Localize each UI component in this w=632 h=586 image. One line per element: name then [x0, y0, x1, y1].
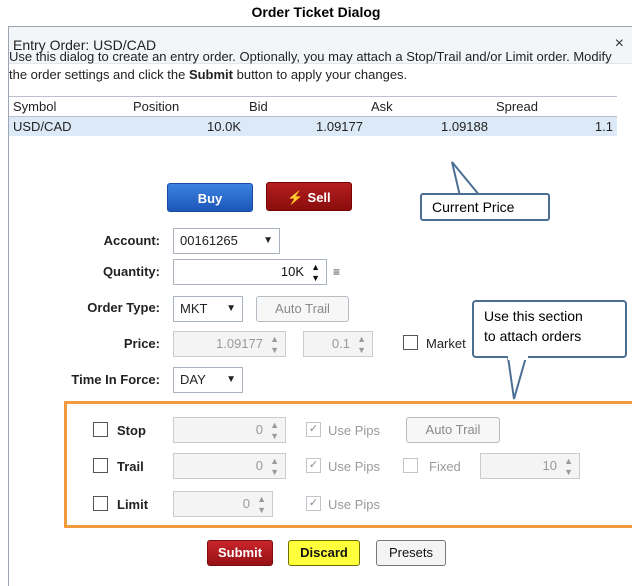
- spinner-arrows-icon[interactable]: ▲ ▼: [257, 492, 266, 516]
- document-title: Order Ticket Dialog: [251, 4, 381, 20]
- price-step-value: 0.1: [331, 336, 350, 351]
- limit-checkbox[interactable]: [93, 496, 108, 511]
- tif-value: DAY: [180, 372, 206, 387]
- trail-fixed-stepper[interactable]: 10 ▲ ▼: [480, 453, 580, 479]
- limit-use-pips-checkbox[interactable]: ✓: [306, 496, 321, 511]
- order-type-value: MKT: [180, 301, 208, 316]
- spinner-arrows-icon[interactable]: ▲ ▼: [311, 260, 320, 284]
- trail-value: 0: [255, 458, 263, 473]
- trail-fixed-checkbox[interactable]: [403, 458, 418, 473]
- attach-orders-callout: Use this section to attach orders: [472, 300, 627, 358]
- market-checkbox[interactable]: [403, 335, 418, 350]
- cell-bid: 1.09177: [245, 116, 367, 136]
- lightning-bolt-icon: ⚡: [287, 190, 304, 205]
- order-type-label: Order Type:: [87, 300, 160, 315]
- stop-auto-trail-button[interactable]: Auto Trail: [406, 417, 500, 443]
- cell-symbol: USD/CAD: [9, 116, 129, 136]
- submit-button[interactable]: Submit: [207, 540, 273, 566]
- quote-table: Symbol Position Bid Ask Spread USD/CAD 1…: [9, 96, 617, 136]
- stop-stepper[interactable]: 0 ▲ ▼: [173, 417, 286, 443]
- spinner-arrows-icon[interactable]: ▲ ▼: [270, 332, 279, 356]
- account-select[interactable]: 00161265 ▼: [173, 228, 280, 254]
- chevron-down-icon: ▼: [226, 303, 236, 314]
- auto-trail-button[interactable]: Auto Trail: [256, 296, 349, 322]
- limit-stepper[interactable]: 0 ▲ ▼: [173, 491, 273, 517]
- price-stepper[interactable]: 1.09177 ▲ ▼: [173, 331, 286, 357]
- quantity-menu-icon[interactable]: ≡: [333, 265, 340, 279]
- trail-checkbox[interactable]: [93, 458, 108, 473]
- stop-use-pips-label: Use Pips: [328, 423, 381, 438]
- presets-button[interactable]: Presets: [376, 540, 446, 566]
- spinner-arrows-icon[interactable]: ▲ ▼: [357, 332, 366, 356]
- limit-value: 0: [242, 496, 250, 511]
- trail-stepper[interactable]: 0 ▲ ▼: [173, 453, 286, 479]
- stop-label: Stop: [117, 423, 146, 438]
- description-submit-word: Submit: [188, 67, 233, 82]
- quantity-label: Quantity:: [102, 264, 160, 279]
- trail-label: Trail: [117, 459, 144, 474]
- chevron-down-icon: ▼: [226, 374, 236, 385]
- trail-use-pips-label: Use Pips: [328, 459, 381, 474]
- cell-position: 10.0K: [129, 116, 245, 136]
- buy-button[interactable]: Buy: [167, 183, 253, 212]
- stop-value: 0: [255, 422, 263, 437]
- trail-fixed-label: Fixed: [429, 459, 461, 474]
- account-label: Account:: [103, 233, 160, 248]
- sell-label: Sell: [307, 190, 331, 205]
- header-bid: Bid: [245, 96, 367, 117]
- tif-label: Time In Force:: [71, 372, 160, 387]
- spinner-arrows-icon[interactable]: ▲ ▼: [270, 454, 279, 478]
- cell-ask: 1.09188: [367, 116, 492, 136]
- price-label: Price:: [123, 336, 160, 351]
- limit-use-pips-label: Use Pips: [328, 497, 381, 512]
- market-label: Market: [426, 336, 466, 351]
- header-ask: Ask: [367, 96, 492, 117]
- stop-use-pips-checkbox[interactable]: ✓: [306, 422, 321, 437]
- callout-seam: [508, 356, 528, 360]
- header-position: Position: [129, 96, 245, 117]
- callout-line-1: Use this section: [484, 308, 583, 324]
- spinner-arrows-icon[interactable]: ▲ ▼: [270, 418, 279, 442]
- discard-button[interactable]: Discard: [288, 540, 360, 566]
- callout-pointer: [506, 356, 528, 400]
- stop-checkbox[interactable]: [93, 422, 108, 437]
- dialog-description: Use this dialog to create an entry order…: [9, 48, 619, 84]
- price-value: 1.09177: [216, 336, 263, 351]
- trail-fixed-value: 10: [542, 458, 557, 473]
- trail-use-pips-checkbox[interactable]: ✓: [306, 458, 321, 473]
- description-text-end: button to apply your changes.: [233, 67, 408, 82]
- account-value: 00161265: [180, 233, 238, 248]
- order-type-select[interactable]: MKT ▼: [173, 296, 243, 322]
- cell-spread: 1.1: [492, 116, 617, 136]
- quantity-stepper[interactable]: 10K ▲ ▼: [173, 259, 327, 285]
- price-step-stepper[interactable]: 0.1 ▲ ▼: [303, 331, 373, 357]
- quote-header-row: Symbol Position Bid Ask Spread: [9, 96, 617, 117]
- current-price-callout: Current Price: [420, 193, 550, 221]
- header-spread: Spread: [492, 96, 617, 117]
- spinner-arrows-icon[interactable]: ▲ ▼: [564, 454, 573, 478]
- quantity-value: 10K: [280, 264, 304, 279]
- tif-select[interactable]: DAY ▼: [173, 367, 243, 393]
- header-symbol: Symbol: [9, 96, 129, 117]
- limit-label: Limit: [117, 497, 149, 512]
- sell-button[interactable]: ⚡ Sell: [266, 182, 352, 211]
- quote-row[interactable]: USD/CAD 10.0K 1.09177 1.09188 1.1: [9, 116, 617, 136]
- chevron-down-icon: ▼: [263, 235, 273, 246]
- callout-line-2: to attach orders: [484, 328, 582, 344]
